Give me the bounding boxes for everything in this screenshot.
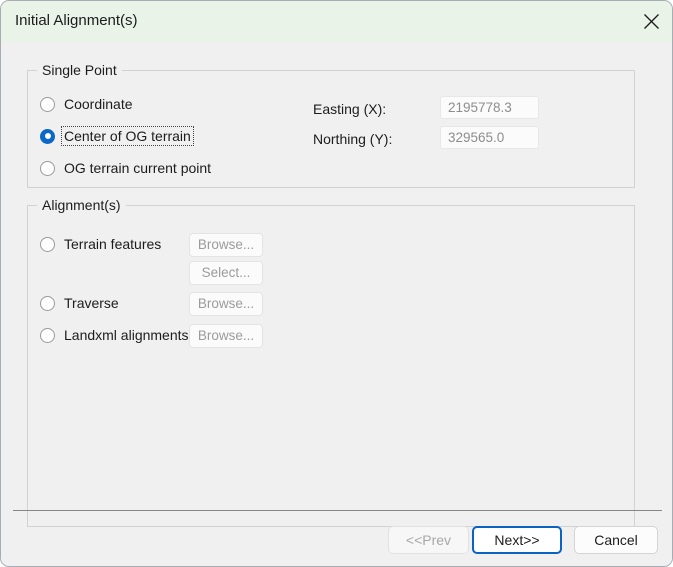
- browse-terrain-features-button[interactable]: Browse...: [189, 233, 263, 257]
- easting-input[interactable]: [440, 96, 539, 119]
- radio-terrain-features-mark: [40, 236, 55, 252]
- northing-input[interactable]: [440, 126, 539, 149]
- single-point-legend: Single Point: [37, 62, 122, 78]
- radio-coordinate[interactable]: Coordinate: [40, 95, 135, 113]
- northing-label: Northing (Y):: [313, 131, 393, 147]
- alignments-legend: Alignment(s): [37, 197, 126, 213]
- radio-center-og-terrain[interactable]: Center of OG terrain: [40, 126, 194, 146]
- radio-terrain-features[interactable]: Terrain features: [40, 235, 163, 253]
- radio-og-terrain-current-point-mark: [40, 160, 55, 176]
- radio-coordinate-label: Coordinate: [64, 96, 133, 112]
- radio-og-terrain-current-point-label: OG terrain current point: [64, 160, 212, 176]
- title-bar: Initial Alignment(s): [1, 1, 672, 42]
- dialog-content: Single Point Coordinate Center of OG ter…: [1, 42, 672, 566]
- browse-landxml-button[interactable]: Browse...: [189, 324, 263, 348]
- dialog-window: Initial Alignment(s) Single Point Coordi…: [0, 0, 673, 567]
- next-button[interactable]: Next>>: [472, 526, 562, 554]
- radio-traverse[interactable]: Traverse: [40, 294, 121, 312]
- single-point-group: Single Point Coordinate Center of OG ter…: [27, 62, 635, 188]
- radio-terrain-features-label: Terrain features: [64, 236, 162, 252]
- close-icon[interactable]: [628, 1, 672, 42]
- radio-landxml-alignments[interactable]: Landxml alignments: [40, 326, 191, 344]
- radio-traverse-label: Traverse: [64, 295, 119, 311]
- radio-center-og-terrain-mark: [40, 128, 55, 144]
- prev-button[interactable]: <<Prev: [388, 526, 469, 554]
- alignments-group: Alignment(s) Terrain features Browse... …: [27, 197, 635, 527]
- radio-landxml-alignments-label: Landxml alignments: [64, 327, 189, 343]
- select-terrain-features-button[interactable]: Select...: [189, 261, 263, 285]
- dialog-title: Initial Alignment(s): [15, 12, 138, 29]
- radio-coordinate-mark: [40, 96, 55, 112]
- close-icon-glyph: [643, 14, 659, 29]
- radio-landxml-alignments-mark: [40, 327, 55, 343]
- footer-separator: [13, 510, 662, 511]
- browse-traverse-button[interactable]: Browse...: [189, 292, 263, 316]
- easting-label: Easting (X):: [313, 101, 387, 117]
- cancel-button[interactable]: Cancel: [574, 526, 658, 554]
- radio-traverse-mark: [40, 295, 55, 311]
- radio-og-terrain-current-point[interactable]: OG terrain current point: [40, 159, 213, 177]
- radio-center-og-terrain-label: Center of OG terrain: [61, 126, 194, 146]
